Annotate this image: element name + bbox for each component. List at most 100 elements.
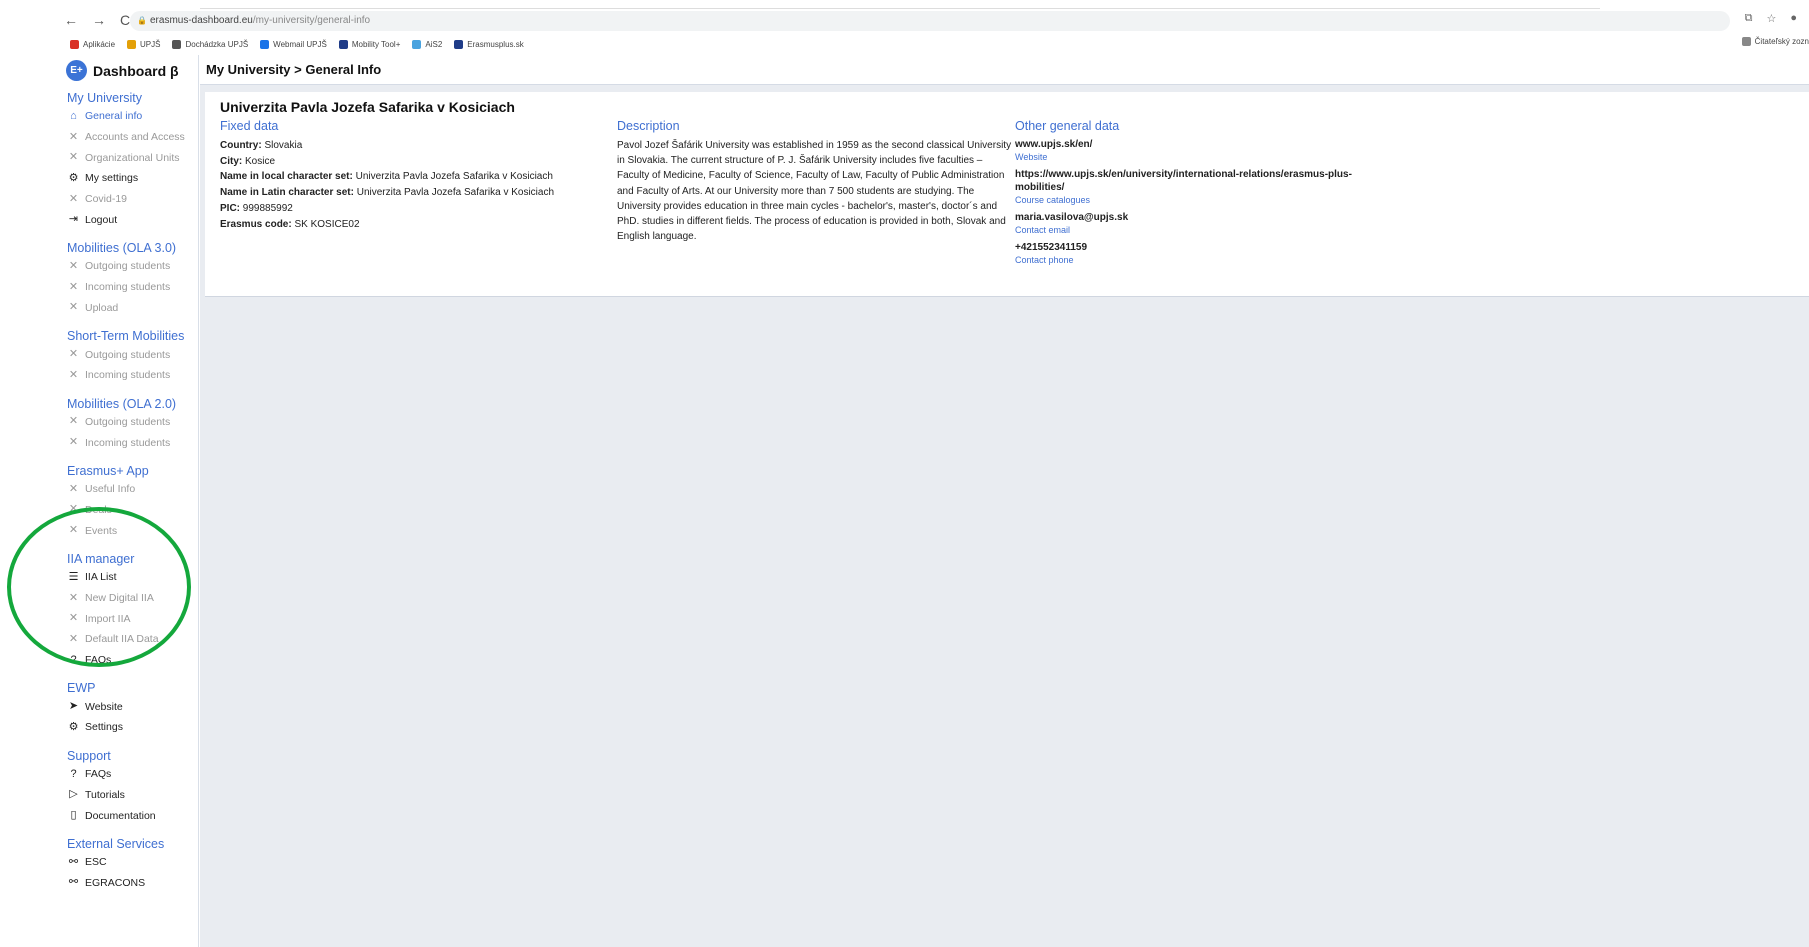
- sidebar-item[interactable]: ⚯ EGRACONS: [67, 873, 199, 894]
- sidebar-item-label: Accounts and Access: [85, 131, 185, 144]
- sidebar-item-label: Incoming students: [85, 369, 171, 382]
- bookmark-item[interactable]: UPJŠ: [127, 39, 161, 49]
- sidebar-item-label: FAQs: [85, 768, 112, 781]
- sidebar-item[interactable]: ⚙ Settings: [67, 717, 199, 738]
- sidebar-item-icon: ✕: [68, 151, 79, 164]
- sidebar-item-icon: ☰: [68, 570, 79, 583]
- description-text: Pavol Jozef Šafárik University was estab…: [617, 140, 1012, 243]
- sidebar-item[interactable]: ✕ Outgoing students: [67, 256, 199, 277]
- sidebar-item[interactable]: ✕ Outgoing students: [67, 344, 199, 365]
- other-data-value: https://www.upjs.sk/en/university/intern…: [1015, 169, 1352, 193]
- sidebar-item[interactable]: ✕ Deals: [67, 500, 199, 521]
- sidebar-item[interactable]: ✕ Incoming students: [67, 277, 199, 298]
- sidebar-item-icon: ✕: [68, 591, 79, 604]
- sidebar-section-title: Support: [67, 748, 111, 763]
- sidebar-item-label: Incoming students: [85, 281, 171, 294]
- sidebar-item-label: Logout: [85, 213, 118, 226]
- sidebar-item[interactable]: ✕ Incoming students: [67, 432, 199, 453]
- fixed-data-key: Name in Latin character set:: [220, 187, 354, 199]
- sidebar-item[interactable]: ✕ Import IIA: [67, 608, 199, 629]
- translate-icon[interactable]: ⧉: [1745, 12, 1753, 25]
- sidebar-item[interactable]: ⇥ Logout: [67, 209, 199, 230]
- sidebar-item-icon: ⚙: [68, 171, 79, 184]
- url-host: erasmus-dashboard.eu: [150, 15, 253, 26]
- sidebar-item[interactable]: ✕ Upload: [67, 298, 199, 319]
- sidebar-item[interactable]: ▯ Documentation: [67, 805, 199, 826]
- sidebar-item-icon: ✕: [68, 436, 79, 449]
- browser-nav: ← → C: [64, 12, 130, 28]
- sidebar-item[interactable]: ? FAQs: [67, 650, 199, 671]
- sidebar-section: My University ⌂ General info ✕ Accounts and …: [67, 90, 199, 230]
- fixed-data-value: Kosice: [245, 155, 276, 167]
- sidebar-item-label: Upload: [85, 301, 119, 314]
- fixed-data-row: PIC: 999885992: [220, 201, 554, 217]
- sidebar-section: Mobilities (OLA 2.0) ✕ Outgoing students ✕ I…: [67, 396, 199, 453]
- sidebar-item-icon: ✕: [68, 632, 79, 645]
- sidebar-item-icon: ✕: [68, 503, 79, 516]
- sidebar-item-label: Outgoing students: [85, 415, 171, 428]
- sidebar-section: External Services ⚯ ESC ⚯ EGRACONS: [67, 836, 199, 893]
- back-icon[interactable]: ←: [64, 12, 78, 28]
- sidebar-item-icon: ✕: [68, 130, 79, 143]
- bookmark-item[interactable]: Webmail UPJŠ: [260, 39, 327, 49]
- bookmark-item[interactable]: Erasmusplus.sk: [454, 39, 524, 49]
- sidebar-item-icon: ✕: [68, 482, 79, 495]
- sidebar-item[interactable]: ▷ Tutorials: [67, 785, 199, 806]
- sidebar-section-title: My University: [67, 91, 143, 105]
- fixed-data-row: Name in local character set: Univerzita …: [220, 169, 554, 185]
- bookmark-icon: [172, 39, 182, 49]
- sidebar-item-label: Default IIA Data: [85, 633, 159, 646]
- sidebar-section-title: IIA manager: [67, 552, 135, 566]
- fixed-data-row: City: Kosice: [220, 154, 554, 170]
- sidebar-item[interactable]: ➤ Website: [67, 696, 199, 717]
- star-icon[interactable]: ☆: [1766, 12, 1776, 25]
- sidebar-item[interactable]: ⚙ My settings: [67, 168, 199, 189]
- sidebar-item[interactable]: ✕ Useful Info: [67, 479, 199, 500]
- sidebar-section: Mobilities (OLA 3.0) ✕ Outgoing students ✕ I…: [67, 240, 199, 318]
- bookmark-item[interactable]: AiS2: [412, 39, 442, 49]
- brand[interactable]: E+ Dashboard β: [66, 60, 179, 81]
- reader-list-button[interactable]: Čitateľský zozn: [1741, 37, 1809, 46]
- sidebar-section-title: EWP: [67, 681, 96, 696]
- university-name: Univerzita Pavla Jozefa Safarika v Kosic…: [220, 99, 515, 115]
- sidebar-section: Support? FAQs ▷ Tutorials ▯ Documentation: [67, 748, 199, 826]
- sidebar-item-icon: ⇥: [68, 213, 79, 226]
- reload-icon[interactable]: C: [120, 12, 130, 28]
- sidebar-section: Short-Term Mobilities ✕ Outgoing students ✕…: [67, 328, 199, 385]
- sidebar-item-icon: ▷: [69, 788, 78, 801]
- sidebar-item[interactable]: ☰ IIA List: [67, 567, 199, 588]
- sidebar-item[interactable]: ✕ Outgoing students: [67, 412, 199, 433]
- sidebar-item[interactable]: ✕ Organizational Units: [67, 147, 199, 168]
- sidebar-item-label: Events: [85, 524, 118, 537]
- sidebar-item[interactable]: ✕ Covid-19: [67, 189, 199, 210]
- sidebar-item-icon: ➤: [68, 700, 79, 713]
- sidebar-item[interactable]: ⚯ ESC: [67, 852, 199, 873]
- fixed-data-row: Country: Slovakia: [220, 138, 554, 154]
- bookmark-icon: [70, 39, 79, 49]
- sidebar-item-icon: ⚙: [68, 720, 79, 733]
- sidebar-item[interactable]: ✕ New Digital IIA: [67, 588, 199, 609]
- sidebar-item-label: Outgoing students: [85, 348, 171, 361]
- fixed-data-value: Univerzita Pavla Jozefa Safarika v Kosic…: [355, 171, 553, 183]
- address-bar[interactable]: 🔒 erasmus-dashboard.eu/my-university/gen…: [130, 11, 1730, 31]
- bookmark-label: Webmail UPJŠ: [273, 39, 327, 49]
- bookmark-item[interactable]: Mobility Tool+: [338, 39, 400, 49]
- sidebar-item[interactable]: ? FAQs: [67, 764, 199, 785]
- sidebar-item[interactable]: ✕ Incoming students: [67, 365, 199, 386]
- forward-icon[interactable]: →: [92, 12, 106, 28]
- bookmark-item[interactable]: Aplikácie: [70, 39, 115, 49]
- description-title: Description: [617, 119, 680, 133]
- sidebar-item[interactable]: ✕ Accounts and Access: [67, 127, 199, 148]
- bookmark-label: UPJŠ: [140, 39, 161, 49]
- sidebar-nav: My University ⌂ General info ✕ Accounts and …: [67, 90, 199, 893]
- sidebar-item[interactable]: ✕ Events: [67, 520, 199, 541]
- sidebar-item-label: My settings: [85, 172, 139, 185]
- fixed-data-value: Slovakia: [264, 140, 303, 151]
- fixed-data-key: Erasmus code:: [220, 218, 292, 230]
- sidebar-item-label: Tutorials: [85, 788, 125, 801]
- sidebar-item[interactable]: ✕ Default IIA Data: [67, 629, 199, 650]
- profile-icon[interactable]: ●: [1790, 12, 1797, 25]
- sidebar-item[interactable]: ⌂ General info: [67, 106, 199, 127]
- bookmark-item[interactable]: Dochádzka UPJŠ: [172, 39, 248, 49]
- sidebar-item-icon: ✕: [68, 301, 79, 314]
